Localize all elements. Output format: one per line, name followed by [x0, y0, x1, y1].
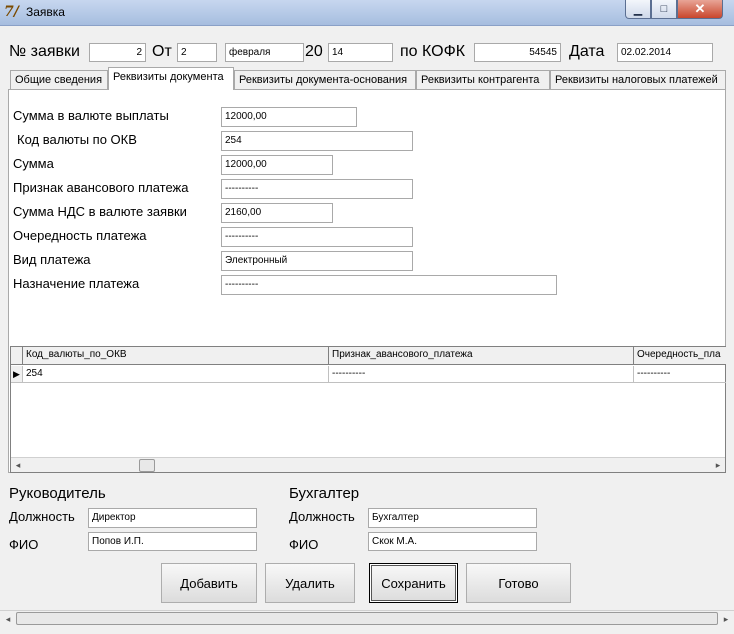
- maximize-button[interactable]: □: [651, 0, 677, 19]
- sum-field[interactable]: 12000,00: [221, 155, 333, 175]
- purpose-field[interactable]: ----------: [221, 275, 557, 295]
- head-position-field[interactable]: Директор: [88, 508, 257, 528]
- payment-type-label: Вид платежа: [13, 252, 91, 267]
- tab-counterparty[interactable]: Реквизиты контрагента: [416, 70, 550, 89]
- grid-scroll-thumb[interactable]: [139, 459, 155, 472]
- day-field[interactable]: 2: [177, 43, 217, 62]
- month-field[interactable]: февраля: [225, 43, 304, 62]
- grid-header-currency-code[interactable]: Код_валюты_по_ОКВ: [23, 347, 329, 365]
- sum-currency-label: Сумма в валюте выплаты: [13, 108, 169, 123]
- priority-label: Очередность платежа: [13, 228, 147, 243]
- close-icon: ✕: [694, 1, 706, 16]
- arrow-right-icon[interactable]: ▸: [711, 458, 725, 473]
- accountant-position-field[interactable]: Бухгалтер: [368, 508, 537, 528]
- maximize-icon: □: [660, 3, 668, 15]
- accountant-name-label: ФИО: [289, 537, 319, 552]
- tab-tax-payments[interactable]: Реквизиты налоговых платежей: [550, 70, 726, 89]
- accountant-name-field[interactable]: Скок М.А.: [368, 532, 537, 551]
- grid-cell[interactable]: ----------: [634, 366, 726, 383]
- arrow-right-icon[interactable]: ▸: [718, 611, 734, 627]
- date-label: Дата: [569, 43, 605, 60]
- grid-corner: [11, 347, 23, 365]
- advance-label: Признак авансового платежа: [13, 180, 189, 195]
- add-button[interactable]: Добавить: [161, 563, 257, 603]
- window-title: Заявка: [26, 5, 65, 19]
- kofk-field[interactable]: 54545: [474, 43, 561, 62]
- head-name-field[interactable]: Попов И.П.: [88, 532, 257, 551]
- year-field[interactable]: 14: [328, 43, 393, 62]
- arrow-left-icon[interactable]: ◂: [11, 458, 25, 473]
- close-button[interactable]: ✕: [677, 0, 723, 19]
- sum-label: Сумма: [13, 156, 54, 171]
- grid-cell[interactable]: 254: [23, 366, 329, 383]
- minimize-icon: ▁: [633, 3, 643, 16]
- window-scroll-thumb[interactable]: [16, 612, 718, 625]
- save-button[interactable]: Сохранить: [369, 563, 458, 603]
- accountant-title: Бухгалтер: [289, 485, 360, 502]
- row-pointer-icon: ▶: [11, 366, 23, 383]
- vat-label: Сумма НДС в валюте заявки: [13, 204, 187, 219]
- window-horizontal-scrollbar[interactable]: ◂ ▸: [0, 610, 734, 626]
- kofk-label: по КОФК: [400, 43, 466, 60]
- head-position-label: Должность: [9, 509, 75, 524]
- century-label: 20: [305, 43, 323, 60]
- tab-base-document[interactable]: Реквизиты документа-основания: [234, 70, 416, 89]
- priority-field[interactable]: ----------: [221, 227, 413, 247]
- date-field[interactable]: 02.02.2014: [617, 43, 713, 62]
- advance-field[interactable]: ----------: [221, 179, 413, 199]
- currency-code-label: Код валюты по ОКВ: [17, 132, 137, 147]
- tab-document[interactable]: Реквизиты документа: [108, 67, 234, 90]
- number-label: № заявки: [9, 43, 80, 60]
- accountant-position-label: Должность: [289, 509, 355, 524]
- title-bar: 7/ Заявка ▁ □ ✕: [0, 0, 734, 26]
- currency-code-field[interactable]: 254: [221, 131, 413, 151]
- data-grid[interactable]: Код_валюты_по_ОКВ Признак_авансового_пла…: [10, 346, 726, 473]
- grid-cell[interactable]: ----------: [329, 366, 634, 383]
- number-field[interactable]: 2: [89, 43, 146, 62]
- payment-type-field[interactable]: Электронный: [221, 251, 413, 271]
- grid-horizontal-scrollbar[interactable]: ◂ ▸: [11, 457, 725, 472]
- tab-general[interactable]: Общие сведения: [10, 70, 108, 89]
- from-label: От: [152, 43, 172, 60]
- minimize-button[interactable]: ▁: [625, 0, 651, 19]
- grid-header-priority[interactable]: Очередность_пла: [634, 347, 726, 365]
- purpose-label: Назначение платежа: [13, 276, 140, 291]
- grid-header-advance[interactable]: Признак_авансового_платежа: [329, 347, 634, 365]
- head-title: Руководитель: [9, 485, 106, 502]
- delete-button[interactable]: Удалить: [265, 563, 355, 603]
- app-logo-icon: 7/: [4, 4, 19, 20]
- head-name-label: ФИО: [9, 537, 39, 552]
- sum-currency-field[interactable]: 12000,00: [221, 107, 357, 127]
- done-button[interactable]: Готово: [466, 563, 571, 603]
- arrow-left-icon[interactable]: ◂: [0, 611, 16, 627]
- vat-field[interactable]: 2160,00: [221, 203, 333, 223]
